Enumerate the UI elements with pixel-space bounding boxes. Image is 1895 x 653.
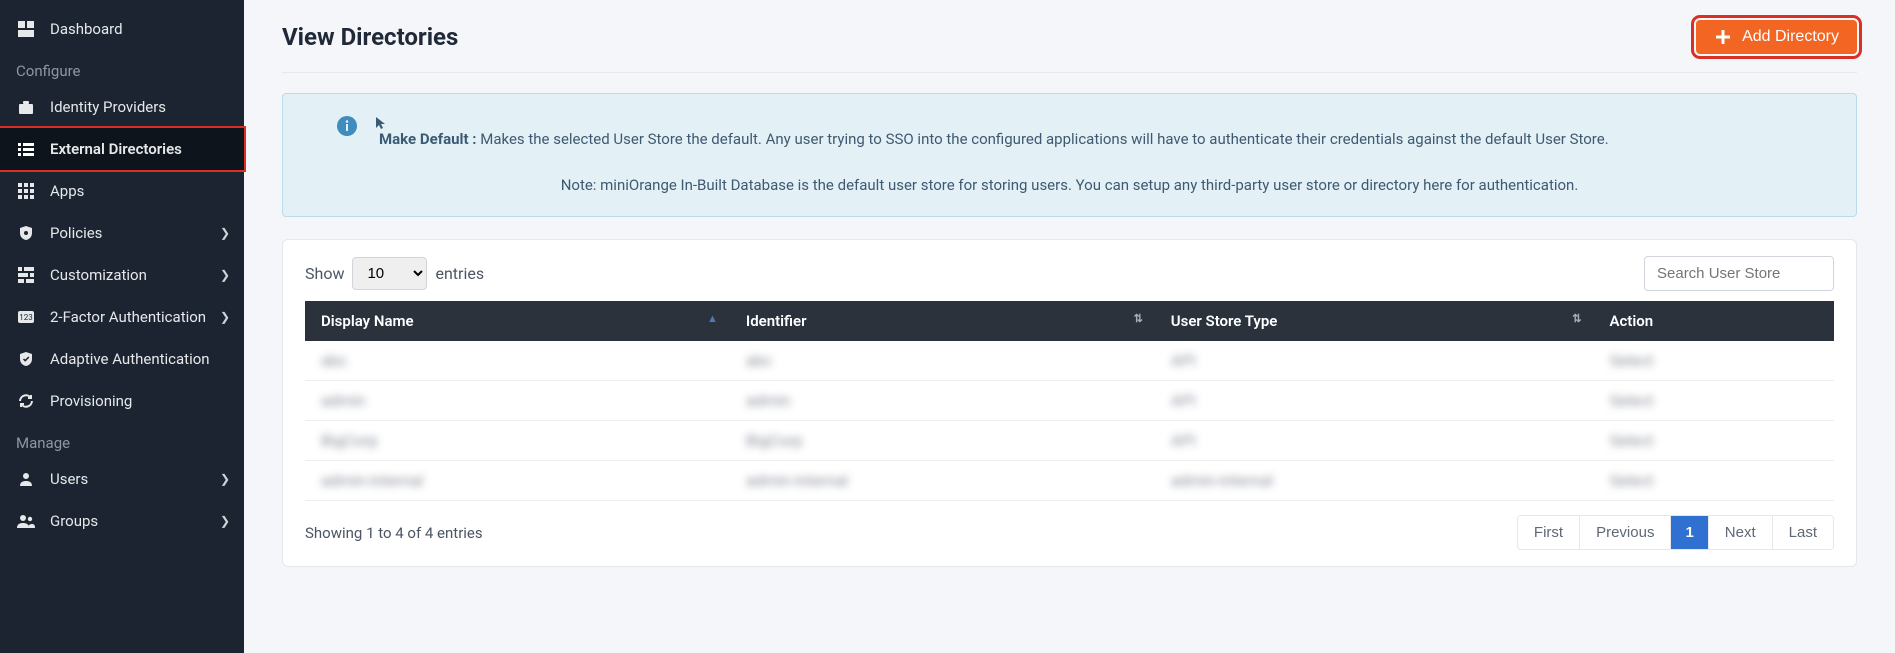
chevron-right-icon: ❯ — [220, 472, 230, 486]
user-icon — [16, 471, 36, 487]
table-row: BigCorp BigCorp API Select — [305, 421, 1834, 461]
search-input[interactable] — [1644, 256, 1834, 291]
cell-user-store-type: API — [1155, 421, 1594, 461]
sidebar-item-customization[interactable]: Customization ❯ — [0, 254, 244, 296]
info-banner: Make Default : Makes the selected User S… — [282, 93, 1857, 217]
sidebar-item-2fa[interactable]: 123 2-Factor Authentication ❯ — [0, 296, 244, 338]
cell-display-name: admin — [305, 381, 730, 421]
sidebar-item-users[interactable]: Users ❯ — [0, 458, 244, 500]
info-note: Note: miniOrange In-Built Database is th… — [337, 176, 1802, 194]
chevron-right-icon: ❯ — [220, 268, 230, 282]
cell-action[interactable]: Select — [1593, 421, 1834, 461]
directory-table-card: Show 10 entries Display Name▲ Identifier… — [282, 239, 1857, 567]
cursor-icon — [375, 116, 1609, 130]
directories-table: Display Name▲ Identifier⇅ User Store Typ… — [305, 301, 1834, 501]
groups-icon — [16, 514, 36, 528]
sidebar-item-label: External Directories — [50, 140, 182, 158]
page-size-select[interactable]: 10 — [352, 257, 427, 290]
sidebar-item-label: 2-Factor Authentication — [50, 308, 206, 326]
cell-identifier: admin — [730, 381, 1155, 421]
show-label: Show — [305, 264, 344, 283]
svg-text:123: 123 — [19, 313, 33, 322]
sidebar: Dashboard Configure Identity Providers E… — [0, 0, 244, 653]
sidebar-item-provisioning[interactable]: Provisioning — [0, 380, 244, 422]
briefcase-icon — [16, 99, 36, 115]
sidebar-item-groups[interactable]: Groups ❯ — [0, 500, 244, 542]
grid-icon — [16, 183, 36, 199]
main-content: View Directories Add Directory Make Defa… — [244, 0, 1895, 653]
col-identifier[interactable]: Identifier⇅ — [730, 301, 1155, 341]
sidebar-item-label: Policies — [50, 224, 102, 242]
numbers-icon: 123 — [16, 311, 36, 323]
sidebar-item-label: Users — [50, 470, 88, 488]
add-directory-button[interactable]: Add Directory — [1696, 20, 1857, 54]
info-icon — [337, 116, 357, 136]
sidebar-item-adaptive-auth[interactable]: Adaptive Authentication — [0, 338, 244, 380]
sidebar-item-label: Customization — [50, 266, 147, 284]
pagination: First Previous 1 Next Last — [1517, 515, 1834, 550]
table-row: admin-internal admin-internal admin-inte… — [305, 461, 1834, 501]
sidebar-item-label: Identity Providers — [50, 98, 166, 116]
sidebar-item-apps[interactable]: Apps — [0, 170, 244, 212]
cell-identifier: abc — [730, 341, 1155, 381]
cell-display-name: abc — [305, 341, 730, 381]
plus-icon — [1714, 28, 1732, 46]
sidebar-item-label: Groups — [50, 512, 98, 530]
chevron-right-icon: ❯ — [220, 514, 230, 528]
page-last-button[interactable]: Last — [1772, 516, 1833, 549]
sidebar-section-configure: Configure — [0, 50, 244, 86]
sidebar-item-external-directories[interactable]: External Directories — [0, 128, 244, 170]
entries-label: entries — [435, 264, 484, 283]
shield-icon — [16, 225, 36, 241]
page-1-button[interactable]: 1 — [1670, 516, 1707, 549]
cell-action[interactable]: Select — [1593, 341, 1834, 381]
list-icon — [16, 141, 36, 157]
sidebar-item-label: Adaptive Authentication — [50, 350, 210, 368]
checkshield-icon — [16, 351, 36, 367]
sidebar-item-label: Provisioning — [50, 392, 132, 410]
sidebar-item-policies[interactable]: Policies ❯ — [0, 212, 244, 254]
sidebar-item-dashboard[interactable]: Dashboard — [0, 8, 244, 50]
sidebar-item-label: Apps — [50, 182, 84, 200]
page-header: View Directories Add Directory — [282, 20, 1857, 73]
sync-icon — [16, 393, 36, 409]
col-user-store-type[interactable]: User Store Type⇅ — [1155, 301, 1594, 341]
sidebar-item-label: Dashboard — [50, 20, 123, 38]
col-action: Action — [1593, 301, 1834, 341]
sidebar-item-identity-providers[interactable]: Identity Providers — [0, 86, 244, 128]
page-next-button[interactable]: Next — [1708, 516, 1772, 549]
chevron-right-icon: ❯ — [220, 310, 230, 324]
cell-user-store-type: admin-internal — [1155, 461, 1594, 501]
table-info: Showing 1 to 4 of 4 entries — [305, 524, 483, 542]
info-body: Makes the selected User Store the defaul… — [480, 130, 1608, 148]
show-entries-control: Show 10 entries — [305, 257, 484, 290]
cell-user-store-type: API — [1155, 381, 1594, 421]
col-display-name[interactable]: Display Name▲ — [305, 301, 730, 341]
cell-identifier: BigCorp — [730, 421, 1155, 461]
cell-identifier: admin-internal — [730, 461, 1155, 501]
sidebar-section-manage: Manage — [0, 422, 244, 458]
cell-action[interactable]: Select — [1593, 381, 1834, 421]
page-previous-button[interactable]: Previous — [1579, 516, 1670, 549]
table-row: admin admin API Select — [305, 381, 1834, 421]
cell-user-store-type: API — [1155, 341, 1594, 381]
sliders-icon — [16, 267, 36, 283]
page-first-button[interactable]: First — [1518, 516, 1579, 549]
info-lead: Make Default : — [379, 130, 477, 148]
cell-action[interactable]: Select — [1593, 461, 1834, 501]
chevron-right-icon: ❯ — [220, 226, 230, 240]
page-title: View Directories — [282, 23, 458, 51]
dashboard-icon — [16, 21, 36, 37]
add-directory-label: Add Directory — [1742, 28, 1839, 46]
table-row: abc abc API Select — [305, 341, 1834, 381]
cell-display-name: BigCorp — [305, 421, 730, 461]
cell-display-name: admin-internal — [305, 461, 730, 501]
